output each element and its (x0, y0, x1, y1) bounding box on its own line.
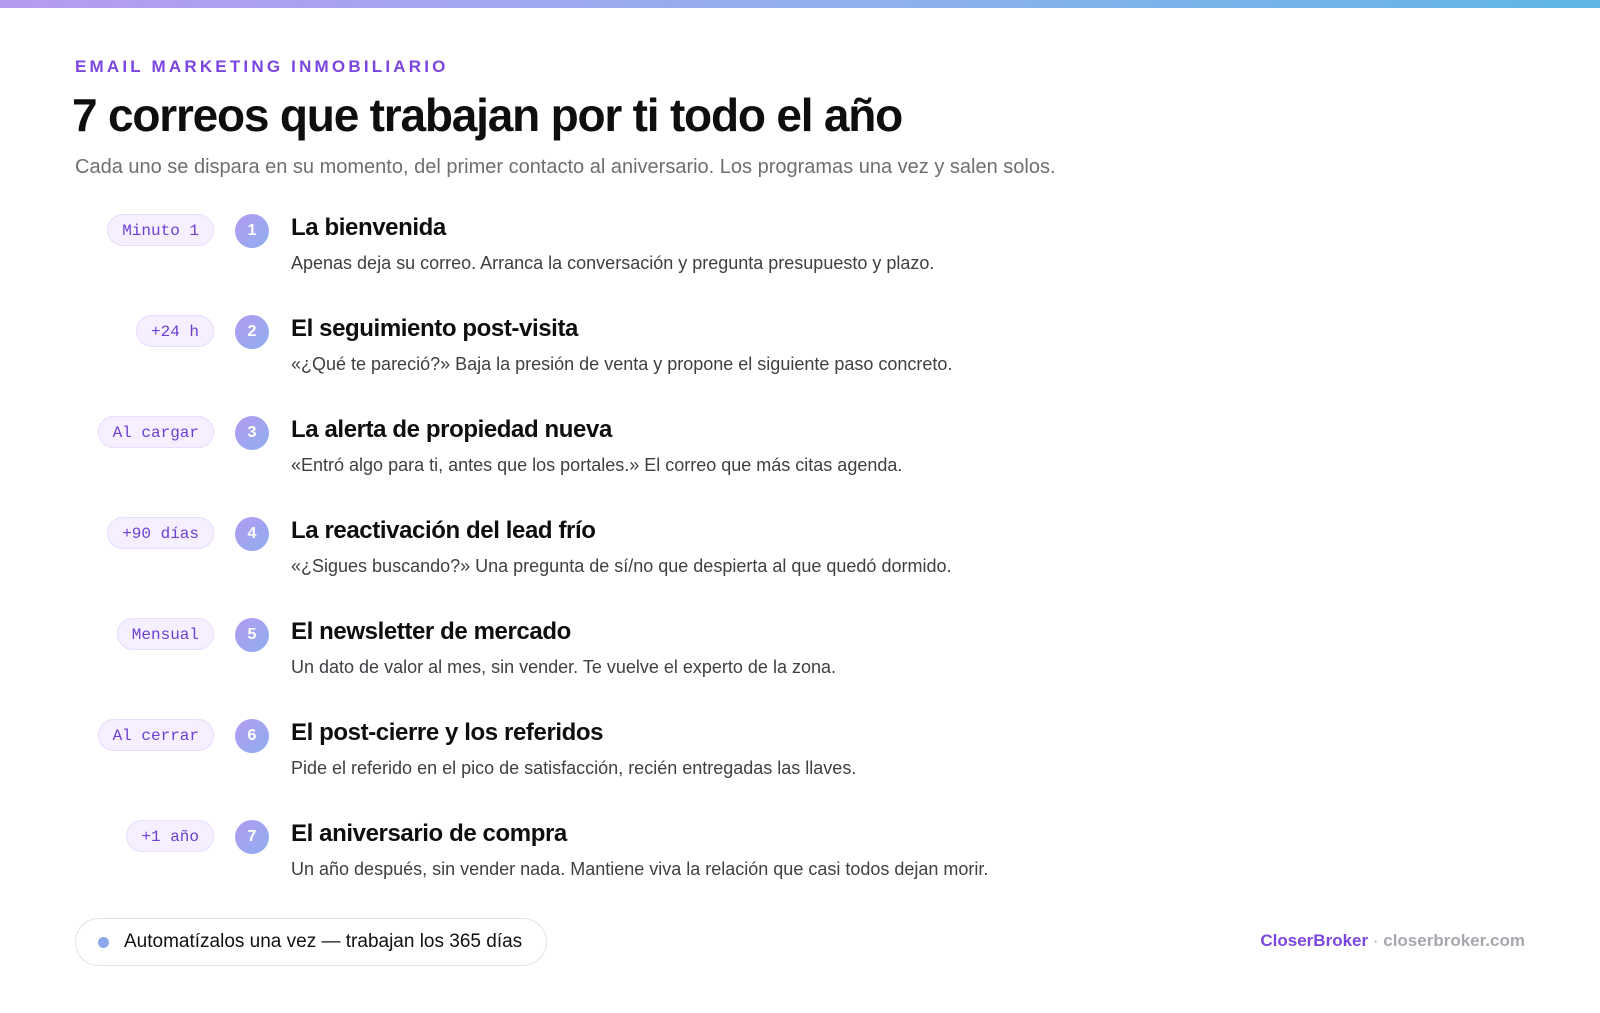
dot-icon (98, 936, 109, 948)
list-item: Minuto 1 1 La bienvenida Apenas deja su … (0, 205, 1600, 295)
list-item: Mensual 5 El newsletter de mercado Un da… (0, 609, 1600, 699)
list-item: +24 h 2 El seguimiento post-visita «¿Qué… (0, 306, 1600, 396)
step-number-badge: 6 (235, 719, 269, 753)
step-title: La reactivación del lead frío (291, 517, 596, 544)
step-description: Apenas deja su correo. Arranca la conver… (291, 253, 935, 273)
step-number-badge: 7 (235, 820, 269, 854)
step-title: El aniversario de compra (291, 820, 567, 847)
step-title: El post-cierre y los referidos (291, 719, 604, 746)
step-description: Pide el referido en el pico de satisfacc… (291, 758, 857, 778)
step-title: La alerta de propiedad nueva (291, 416, 612, 443)
step-description: «Entró algo para ti, antes que los porta… (291, 455, 903, 475)
step-number-badge: 2 (235, 315, 269, 349)
step-number-badge: 1 (235, 214, 269, 248)
timing-badge: Minuto 1 (107, 214, 214, 246)
step-title: La bienvenida (291, 214, 446, 241)
timing-badge: +24 h (135, 315, 214, 347)
footer-separator: · (1372, 931, 1379, 950)
list-item: +1 año 7 El aniversario de compra Un año… (0, 811, 1600, 901)
step-number-badge: 5 (235, 618, 269, 652)
list-item: Al cerrar 6 El post-cierre y los referid… (0, 710, 1600, 800)
timing-badge: Al cerrar (97, 719, 214, 751)
step-title: El seguimiento post-visita (291, 315, 578, 342)
list-item: +90 días 4 La reactivación del lead frío… (0, 508, 1600, 598)
callout-text: Automatízalos una vez — trabajan los 365… (124, 931, 523, 952)
timing-badge: +1 año (126, 820, 214, 852)
automation-callout: Automatízalos una vez — trabajan los 365… (75, 918, 548, 966)
timing-badge: Al cargar (97, 416, 214, 448)
step-title: El newsletter de mercado (291, 618, 571, 645)
step-description: Un año después, sin vender nada. Mantien… (291, 859, 989, 879)
timing-badge: +90 días (107, 517, 214, 549)
brand-name: CloserBroker (1260, 931, 1369, 950)
footer-credit: CloserBroker · closerbroker.com (1260, 931, 1525, 951)
list-item: Al cargar 3 La alerta de propiedad nueva… (0, 407, 1600, 497)
step-number-badge: 3 (235, 416, 269, 450)
email-sequence-list: Minuto 1 1 La bienvenida Apenas deja su … (0, 0, 1600, 1013)
brand-domain: closerbroker.com (1383, 931, 1525, 950)
step-number-badge: 4 (235, 517, 269, 551)
step-description: Un dato de valor al mes, sin vender. Te … (291, 657, 836, 677)
step-description: «¿Qué te pareció?» Baja la presión de ve… (291, 354, 953, 374)
step-description: «¿Sigues buscando?» Una pregunta de sí/n… (291, 556, 952, 576)
timing-badge: Mensual (116, 618, 214, 650)
